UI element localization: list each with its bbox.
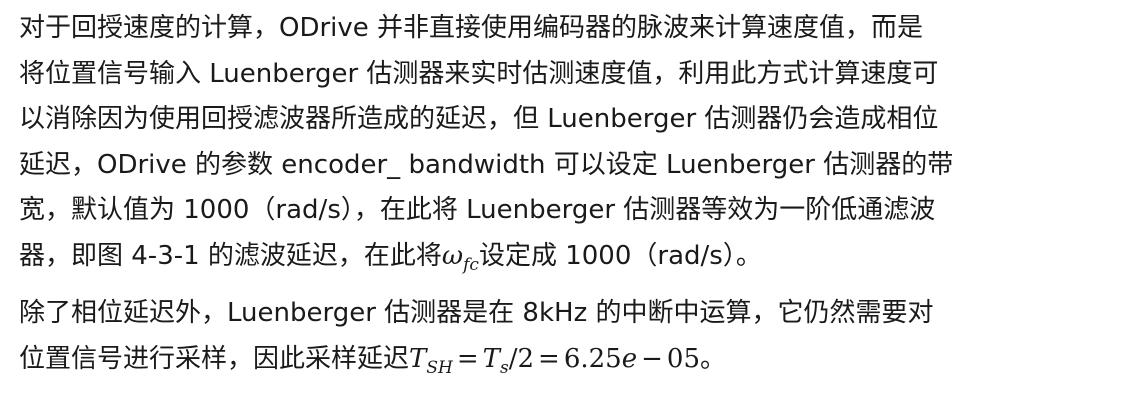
paragraph-1: 对于回授速度的计算，ODrive 并非直接使用编码器的脉波来计算速度值，而是 将…	[19, 6, 1114, 279]
text-line: 位置信号进行采样，因此采样延迟TSH = Ts/2 = 6.25e −05。	[19, 337, 1114, 383]
text-line: 将位置信号输入 Luenberger 估测器来实时估测速度值，利用此方式计算速度…	[19, 58, 939, 89]
text-fragment: 。	[700, 343, 727, 374]
text-line: 宽，默认值为 1000（rad/s），在此将 Luenberger 估测器等效为…	[19, 195, 936, 225]
text-line: 对于回授速度的计算，ODrive 并非直接使用编码器的脉波来计算速度值，而是	[19, 13, 924, 43]
text-line: 器，即图 4-3-1 的滤波延迟，在此将ωfc设定成 1000（rad/s）。	[19, 234, 1114, 280]
document-body: 对于回授速度的计算，ODrive 并非直接使用编码器的脉波来计算速度值，而是 将…	[19, 6, 1114, 382]
text-fragment: 位置信号进行采样，因此采样延迟	[19, 343, 410, 374]
omega-fc-symbol: ωfc	[441, 240, 479, 275]
text-line: 延迟，ODrive 的参数 encoder_ bandwidth 可以设定 Lu…	[19, 149, 954, 180]
text-line: 以消除因为使用回授滤波器所造成的延迟，但 Luenberger 估测器仍会造成相…	[19, 104, 939, 134]
sampling-delay-formula: TSH = Ts/2 = 6.25e −05	[409, 343, 700, 378]
paragraph-2: 除了相位延迟外，Luenberger 估测器是在 8kHz 的中断中运算，它仍然…	[19, 291, 1114, 382]
text-line: 除了相位延迟外，Luenberger 估测器是在 8kHz 的中断中运算，它仍然…	[19, 298, 934, 328]
text-fragment: 器，即图 4-3-1 的滤波延迟，在此将	[19, 240, 442, 271]
text-fragment: 设定成 1000（rad/s）。	[478, 240, 762, 271]
